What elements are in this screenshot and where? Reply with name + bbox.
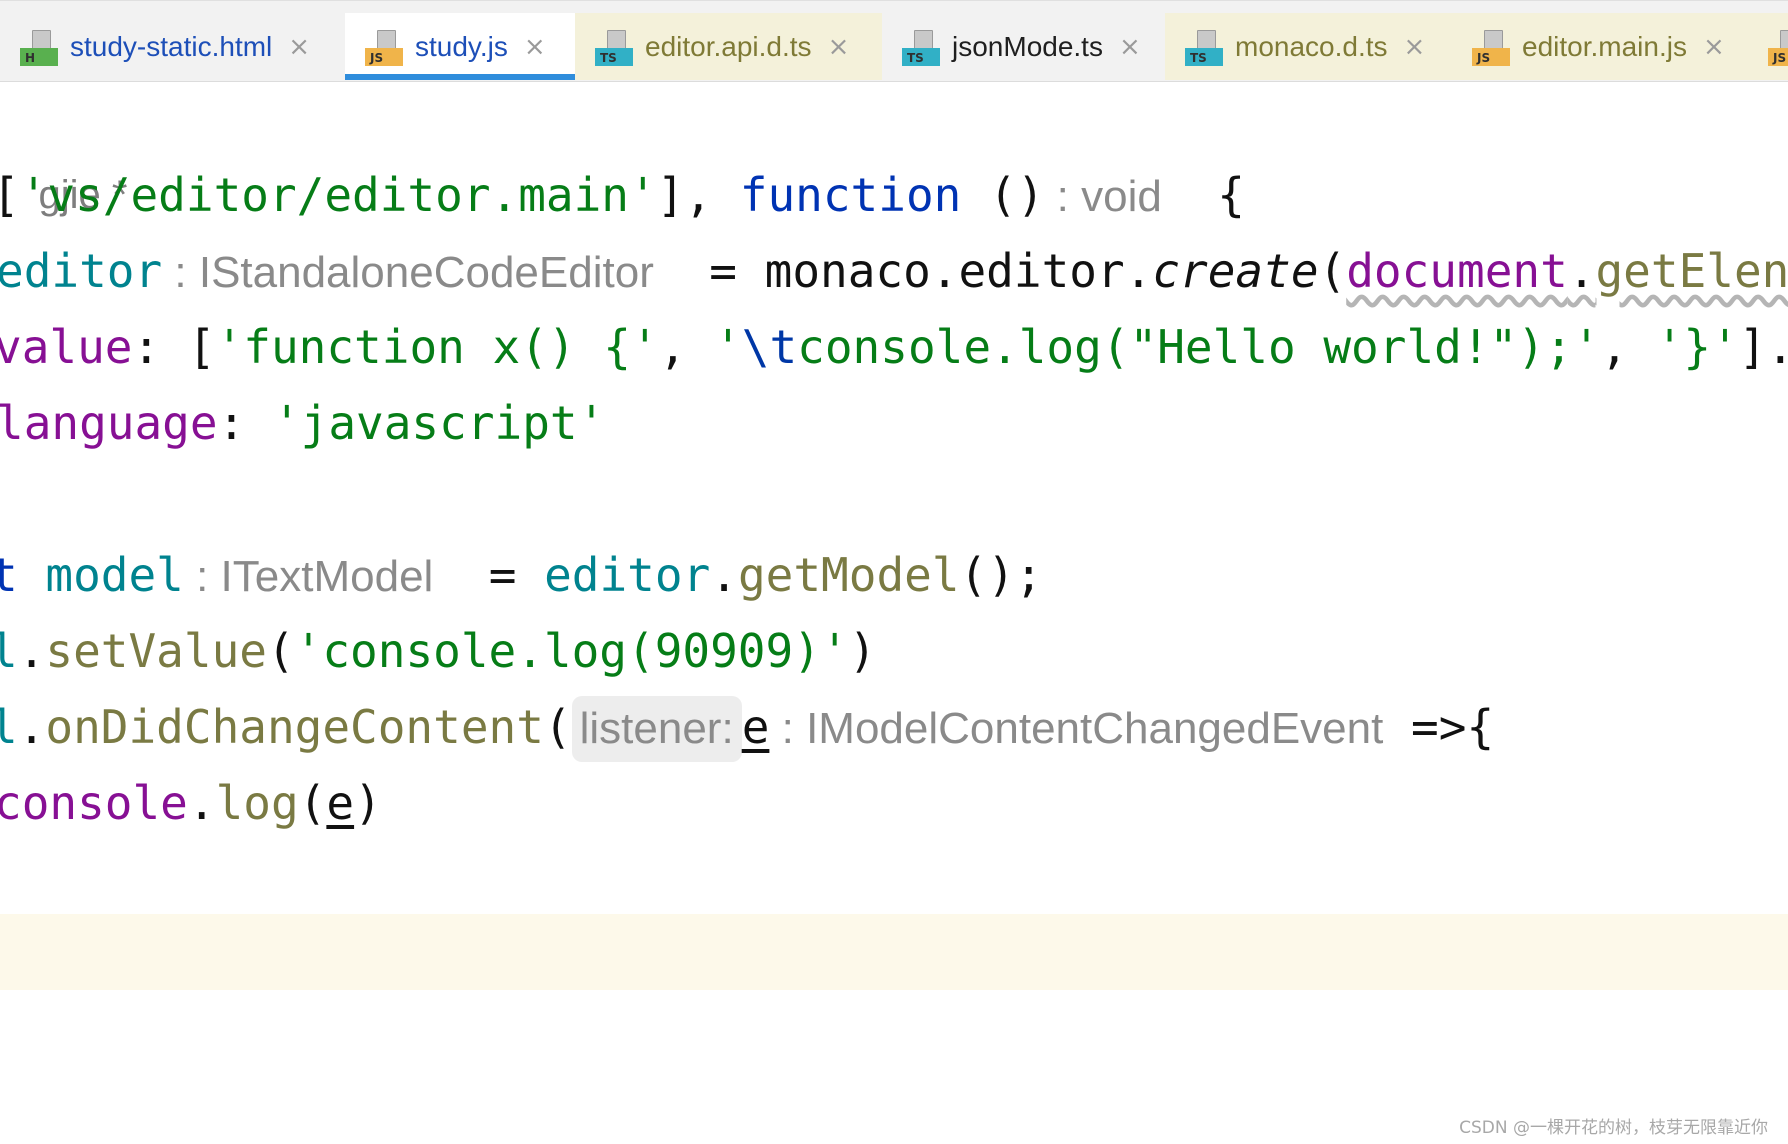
code-editor[interactable]: gjie * ['vs/editor/editor.main'], functi… (0, 81, 1788, 1144)
method: onDidChangeContent (45, 700, 544, 754)
code-text: (); (959, 548, 1043, 602)
code-line-9: console.log(e) (0, 765, 382, 841)
tab-study-static-html[interactable]: H study-static.html × (0, 13, 345, 80)
tab-study-js[interactable]: JS study.js × (345, 13, 575, 80)
close-tab-icon[interactable]: × (1119, 34, 1141, 60)
string-literal: 'function x() {' (215, 320, 659, 374)
current-line-highlight (0, 914, 1788, 990)
inlay-type-hint: : IModelContentChangedEvent (769, 704, 1384, 753)
code-text: : [ (132, 320, 216, 374)
method: getElen (1595, 244, 1788, 298)
tab-jsonmode-ts[interactable]: TS jsonMode.ts × (882, 13, 1165, 80)
code-line-1: ['vs/editor/editor.main'], function () :… (0, 157, 1245, 233)
bracket: ], (656, 168, 740, 222)
ts-file-icon: TS (1185, 28, 1223, 66)
code-line-4: language: 'javascript' (0, 385, 605, 461)
code-text: = monaco.editor. (653, 244, 1153, 298)
code-line-author: gjie * (0, 81, 127, 217)
escape-sequence: \t (741, 320, 798, 374)
comma: , (1600, 320, 1656, 374)
paren: ( (543, 700, 572, 754)
variable: editor (0, 244, 163, 298)
property-key: language (0, 396, 218, 450)
code-line-6: t model : ITextModel = editor.getModel()… (0, 537, 1043, 613)
code-line-7: l.setValue('console.log(90909)') (0, 613, 876, 689)
inlay-type-hint: : ITextModel (183, 552, 434, 601)
paren: ) (848, 624, 877, 678)
variable: l (0, 624, 18, 678)
brace: { (1161, 168, 1245, 222)
code-text: ]. (1738, 320, 1788, 374)
keyword: t (0, 548, 18, 602)
parameter: e (326, 776, 355, 830)
close-tab-icon[interactable]: × (288, 34, 310, 60)
ts-file-icon: TS (902, 28, 940, 66)
dot: . (710, 548, 738, 602)
ts-file-icon: TS (595, 28, 633, 66)
inlay-type-hint: : void (1044, 172, 1162, 221)
tab-monaco-d-ts[interactable]: TS monaco.d.ts × (1165, 13, 1452, 80)
tab-editor-main-js[interactable]: JS editor.main.js × (1452, 13, 1754, 80)
code-text: : (217, 396, 273, 450)
paren: ( (266, 624, 295, 678)
string-literal: 'console.log(90909)' (294, 624, 849, 678)
tab-editor-api-d-ts[interactable]: TS editor.api.d.ts × (575, 13, 882, 80)
string-literal: ' (714, 320, 742, 374)
tab-label: monaco.d.ts (1235, 30, 1388, 62)
dot: . (17, 624, 46, 678)
paren: ) (354, 776, 382, 830)
variable: editor (544, 548, 711, 602)
code-text: = (433, 548, 545, 602)
string-literal: '}' (1655, 320, 1739, 374)
tab-label: study-static.html (70, 30, 273, 62)
dot: . (1567, 244, 1596, 298)
parameter-name-hint: listener: (571, 696, 742, 762)
string-literal: console.log("Hello world!");' (797, 320, 1601, 374)
tab-overflow-partial[interactable]: JS (1754, 13, 1788, 80)
property-key: value (0, 320, 133, 374)
js-file-icon: JS (1768, 28, 1788, 66)
bracket: [ (0, 168, 20, 222)
string-literal: 'javascript' (272, 396, 606, 450)
code-line-3: value: ['function x() {', '\tconsole.log… (0, 309, 1788, 385)
tab-label: study.js (415, 30, 508, 62)
dot: . (187, 776, 216, 830)
comma: , (658, 320, 715, 374)
close-tab-icon[interactable]: × (1703, 34, 1725, 60)
parameter: e (741, 700, 770, 754)
variable: model (45, 548, 184, 602)
method: getModel (737, 548, 960, 602)
watermark: CSDN @一棵开花的树，枝芽无限靠近你 (1459, 1118, 1768, 1138)
close-tab-icon[interactable]: × (828, 34, 850, 60)
close-tab-icon[interactable]: × (1404, 34, 1426, 60)
method: setValue (45, 624, 267, 678)
close-tab-icon[interactable]: × (524, 34, 546, 60)
tab-label: editor.main.js (1522, 30, 1687, 62)
variable: l (0, 700, 18, 754)
tab-label: editor.api.d.ts (645, 30, 812, 62)
identifier: document (1346, 244, 1568, 298)
parens: () (961, 168, 1045, 222)
string-literal: 'vs/editor/editor.main' (19, 168, 657, 222)
keyword: function (739, 168, 962, 222)
dot: . (17, 700, 46, 754)
identifier: console (0, 776, 188, 830)
method: log (215, 776, 299, 830)
paren: ( (298, 776, 327, 830)
code-line-2: editor : IStandaloneCodeEditor = monaco.… (0, 233, 1788, 309)
editor-tab-bar: H study-static.html × JS study.js × TS e… (0, 0, 1788, 82)
inlay-type-hint: : IStandaloneCodeEditor (162, 248, 654, 297)
paren: ( (1318, 244, 1347, 298)
js-file-icon: JS (365, 28, 403, 66)
js-file-icon: JS (1472, 28, 1510, 66)
html-file-icon: H (20, 28, 58, 66)
code-line-8: l.onDidChangeContent(listener: e : IModel… (0, 689, 1494, 765)
tab-label: jsonMode.ts (952, 30, 1103, 62)
method: create (1152, 244, 1319, 298)
code-text: =>{ (1383, 700, 1495, 754)
